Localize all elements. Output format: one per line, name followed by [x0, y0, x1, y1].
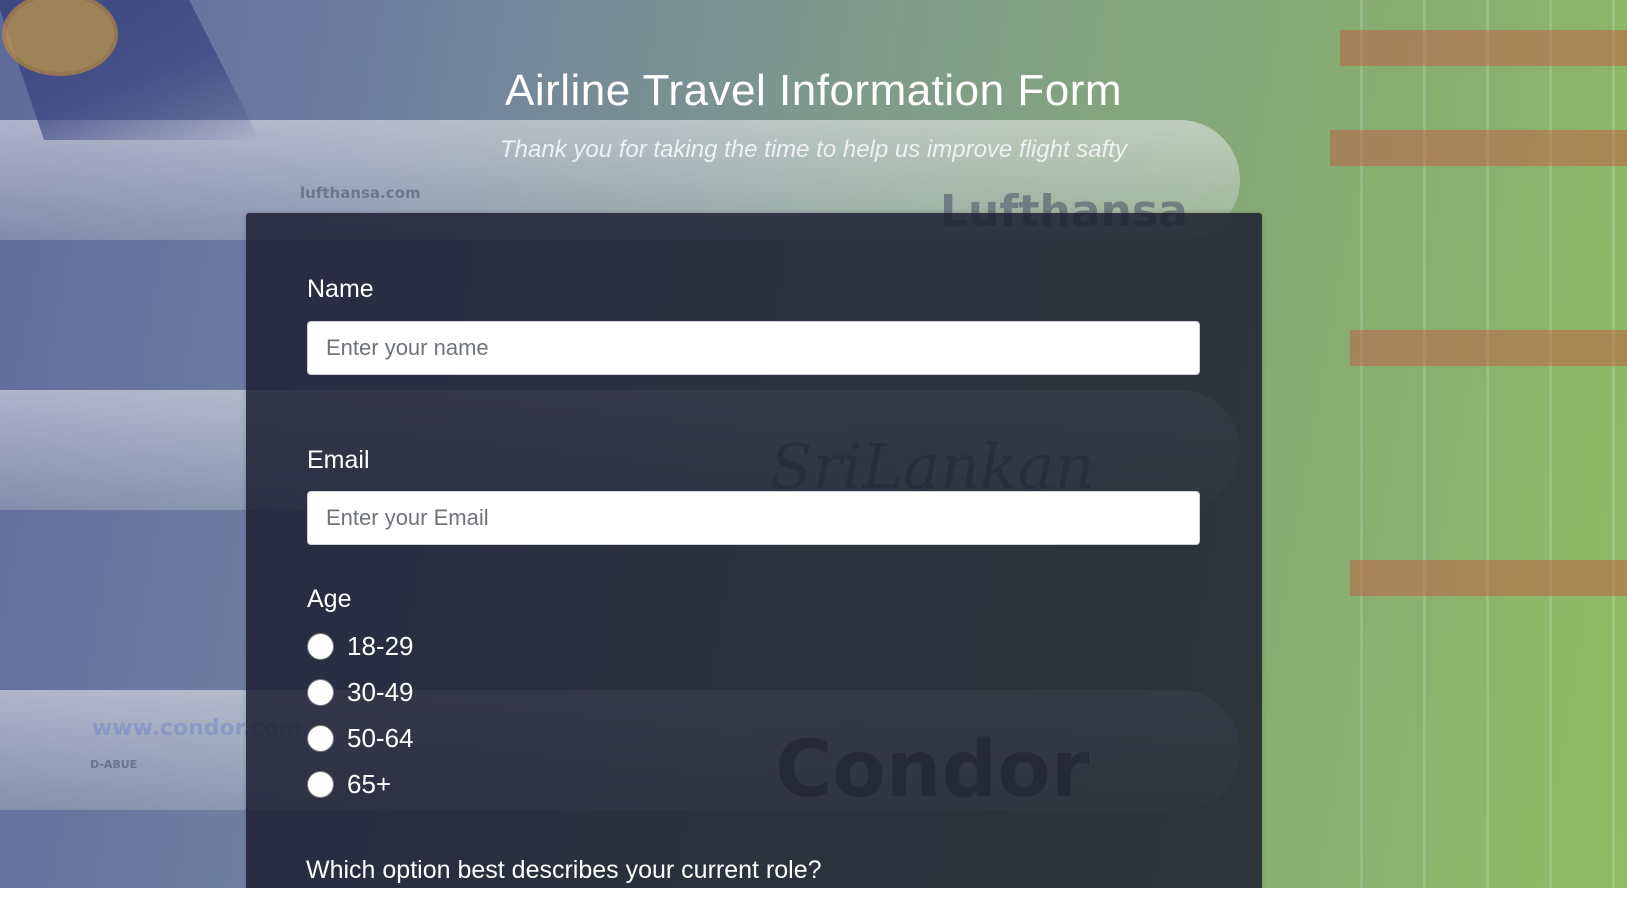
- email-input[interactable]: [307, 491, 1200, 545]
- age-radio-30-49[interactable]: [307, 678, 334, 706]
- email-label: Email: [307, 446, 370, 474]
- background-jetbridge-1: [1340, 30, 1627, 66]
- background-jetbridge-4: [1350, 560, 1627, 596]
- background-runway: [1300, 0, 1627, 888]
- page-background: lufthansa.com Lufthansa SriLankan www.co…: [0, 0, 1627, 888]
- background-jetbridge-3: [1350, 330, 1627, 366]
- page-title: Airline Travel Information Form: [504, 66, 1123, 115]
- age-label: Age: [307, 585, 352, 613]
- page-subtitle: Thank you for taking the time to help us…: [500, 136, 1127, 163]
- age-option-label: 18-29: [347, 630, 414, 661]
- age-option-30-49[interactable]: 30-49: [307, 677, 414, 707]
- age-radio-18-29[interactable]: [307, 632, 334, 660]
- age-option-label: 30-49: [347, 676, 414, 707]
- travel-form: Name Email Age 18-29 30-49 50-64 65+ Whi…: [246, 213, 1262, 888]
- age-option-label: 50-64: [347, 722, 414, 753]
- background-text: lufthansa.com: [300, 184, 421, 202]
- age-option-18-29[interactable]: 18-29: [307, 631, 414, 661]
- role-question-label: Which option best describes your current…: [306, 856, 822, 884]
- age-option-50-64[interactable]: 50-64: [307, 723, 414, 753]
- background-text: D-ABUE: [90, 758, 138, 771]
- age-option-label: 65+: [347, 768, 392, 799]
- age-option-65-plus[interactable]: 65+: [307, 769, 391, 799]
- age-radio-65-plus[interactable]: [307, 770, 334, 798]
- background-airline-logo: [2, 0, 118, 76]
- name-label: Name: [307, 275, 374, 303]
- name-input[interactable]: [307, 321, 1200, 375]
- age-radio-50-64[interactable]: [307, 724, 334, 752]
